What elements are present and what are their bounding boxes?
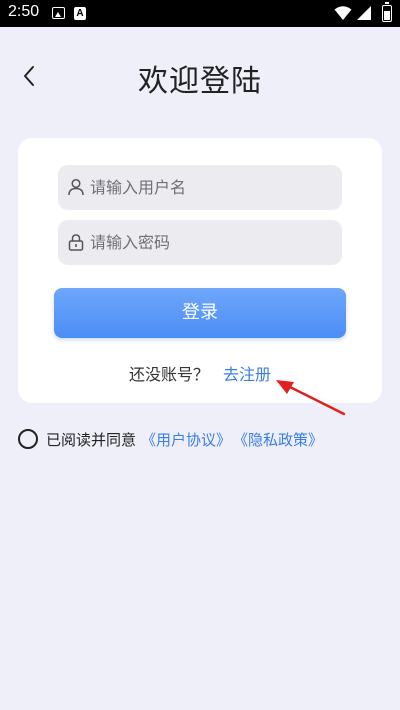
- register-link[interactable]: 去注册: [223, 365, 271, 384]
- status-time: 2:50: [8, 3, 40, 20]
- image-icon: [52, 7, 65, 19]
- password-field[interactable]: [58, 220, 342, 265]
- annotation-arrow-icon: [276, 380, 346, 416]
- page-title: 欢迎登陆: [138, 64, 262, 99]
- battery-icon: [382, 2, 392, 22]
- username-field[interactable]: [58, 165, 342, 210]
- login-card: 登录 还没账号？ 去注册: [18, 138, 382, 403]
- register-prompt: 还没账号？: [128, 365, 209, 384]
- wifi-icon: [334, 6, 352, 20]
- agree-radio[interactable]: [18, 429, 38, 449]
- privacy-link[interactable]: 《隐私政策》: [233, 429, 323, 450]
- lock-icon: [68, 234, 84, 251]
- terms-link[interactable]: 《用户协议》: [141, 429, 231, 450]
- username-input[interactable]: [90, 165, 330, 210]
- user-icon: [68, 178, 84, 196]
- signal-icon: [357, 6, 371, 20]
- status-bar: 2:50 A: [0, 0, 400, 27]
- password-input[interactable]: [90, 220, 330, 265]
- login-button[interactable]: 登录: [54, 288, 346, 338]
- agree-text: 已阅读并同意: [46, 431, 137, 449]
- a-icon: A: [74, 7, 86, 20]
